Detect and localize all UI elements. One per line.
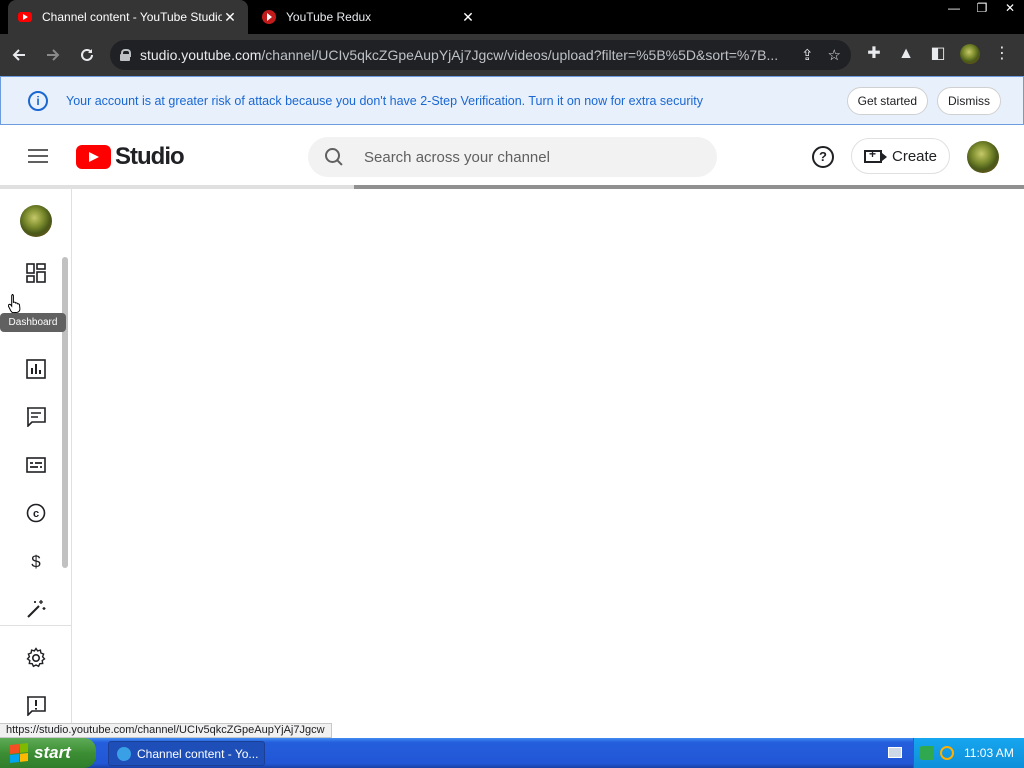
tab-channel-content[interactable]: Channel content - YouTube Studio ✕ <box>8 0 248 34</box>
taskbar-item-chrome[interactable]: Channel content - Yo... <box>108 741 265 766</box>
nav-customization[interactable] <box>24 597 48 621</box>
youtube-studio-logo[interactable]: Studio <box>76 143 185 171</box>
lock-icon[interactable] <box>120 49 131 61</box>
side-panel-icon[interactable]: ◧ <box>926 42 950 66</box>
back-arrow-icon <box>12 49 25 61</box>
gear-icon <box>26 647 46 668</box>
magic-wand-icon <box>27 600 46 618</box>
start-button[interactable]: start <box>0 738 96 768</box>
system-tray: 11:03 AM <box>913 738 1024 768</box>
status-bar-url: https://studio.youtube.com/channel/UCIv5… <box>0 723 332 738</box>
logo-text: Studio <box>115 143 185 170</box>
minimize-button[interactable]: — <box>940 0 968 18</box>
share-icon[interactable]: ⇪ <box>801 46 814 64</box>
labs-flask-icon[interactable]: ▲ <box>894 42 918 66</box>
dismiss-button[interactable]: Dismiss <box>937 86 1001 115</box>
youtube-logo-icon <box>76 145 111 169</box>
monetization-icon: $ <box>31 552 41 571</box>
studio-header: Studio Search across your channel ? Crea… <box>0 125 1024 186</box>
youtube-redux-favicon-icon <box>262 10 276 24</box>
url-domain: studio.youtube.com <box>140 47 262 63</box>
copyright-icon: c <box>26 503 46 523</box>
nav-analytics[interactable] <box>24 357 48 381</box>
reload-button[interactable] <box>72 40 102 70</box>
sidenav-divider <box>0 625 71 626</box>
analytics-icon <box>26 359 46 379</box>
network-tray-icon[interactable] <box>920 746 934 760</box>
sidenav-scrollbar[interactable] <box>62 257 68 568</box>
banner-message: Your account is at greater risk of attac… <box>66 93 703 108</box>
feedback-icon <box>27 696 46 716</box>
bookmark-star-icon[interactable]: ☆ <box>828 46 841 64</box>
create-label: Create <box>892 147 938 165</box>
comments-icon <box>27 407 46 427</box>
hand-cursor-icon <box>8 294 21 313</box>
forward-button[interactable] <box>38 40 68 70</box>
search-box[interactable]: Search across your channel <box>308 137 717 177</box>
extensions-puzzle-icon[interactable]: ✚ <box>862 42 886 66</box>
nav-subtitles[interactable] <box>24 453 48 477</box>
tab-title: Channel content - YouTube Studio <box>42 10 222 24</box>
tab-close-icon[interactable]: ✕ <box>222 9 238 26</box>
profile-avatar-icon[interactable] <box>960 44 980 64</box>
close-window-button[interactable]: ✕ <box>996 0 1024 18</box>
screen: { "browser": { "tabs": [ {"title": "Chan… <box>0 0 1024 768</box>
nav-earn[interactable]: $ <box>24 549 48 573</box>
menu-kebab-icon[interactable]: ⋮ <box>990 42 1014 66</box>
start-label: start <box>34 743 71 762</box>
info-icon: i <box>28 90 48 111</box>
side-navigation: c $ <box>0 189 72 738</box>
browser-taskbar-icon <box>117 746 131 761</box>
nav-comments[interactable] <box>24 405 48 429</box>
url-path: /channel/UCIv5qkcZGpeAupYjAj7Jgcw/videos… <box>261 47 779 63</box>
windows-flag-icon <box>10 743 28 763</box>
loading-progress-bar <box>0 185 1024 189</box>
nav-feedback[interactable] <box>24 694 48 718</box>
window-controls: — ❐ ✕ <box>940 0 1024 18</box>
dashboard-icon <box>26 263 46 283</box>
browser-toolbar: studio.youtube.com/channel/UCIv5qkcZGpeA… <box>0 34 1024 76</box>
keyboard-tray-icon[interactable] <box>888 747 902 758</box>
get-started-button[interactable]: Get started <box>846 86 928 115</box>
search-tray-icon[interactable] <box>940 746 954 760</box>
forward-arrow-icon <box>47 49 60 61</box>
subtitles-icon <box>26 457 46 473</box>
loading-progress-fill <box>354 185 1024 189</box>
copyright-glyph: c <box>33 508 39 520</box>
browser-tab-strip: Channel content - YouTube Studio ✕ YouTu… <box>0 0 1024 34</box>
earn-glyph: $ <box>31 552 41 571</box>
account-avatar[interactable] <box>967 141 999 173</box>
channel-avatar[interactable] <box>20 205 52 237</box>
url-text[interactable]: studio.youtube.com/channel/UCIv5qkcZGpeA… <box>140 47 787 63</box>
nav-copyright[interactable]: c <box>24 501 48 525</box>
search-input[interactable]: Search across your channel <box>364 149 550 166</box>
clock[interactable]: 11:03 AM <box>964 746 1014 760</box>
nav-dashboard[interactable] <box>24 261 48 285</box>
tab-close-icon[interactable]: ✕ <box>460 9 476 26</box>
reload-icon <box>81 48 93 61</box>
address-bar[interactable]: studio.youtube.com/channel/UCIv5qkcZGpeA… <box>110 40 851 70</box>
tab-youtube-redux[interactable]: YouTube Redux ✕ <box>252 0 486 34</box>
security-banner: i Your account is at greater risk of att… <box>0 76 1024 125</box>
create-video-icon <box>864 147 887 163</box>
windows-taskbar: start Channel content - Yo... 11:03 AM <box>0 738 1024 768</box>
help-icon[interactable]: ? <box>812 146 834 168</box>
dashboard-tooltip: Dashboard <box>0 313 66 332</box>
youtube-favicon-icon <box>18 12 32 22</box>
hamburger-menu-icon[interactable] <box>28 149 48 163</box>
taskbar-item-label: Channel content - Yo... <box>137 746 259 761</box>
search-icon[interactable] <box>324 147 344 167</box>
restore-button[interactable]: ❐ <box>968 0 996 18</box>
create-button[interactable]: Create <box>851 138 950 174</box>
tab-title: YouTube Redux <box>286 10 372 24</box>
nav-settings[interactable] <box>24 646 48 670</box>
back-button[interactable] <box>4 40 34 70</box>
